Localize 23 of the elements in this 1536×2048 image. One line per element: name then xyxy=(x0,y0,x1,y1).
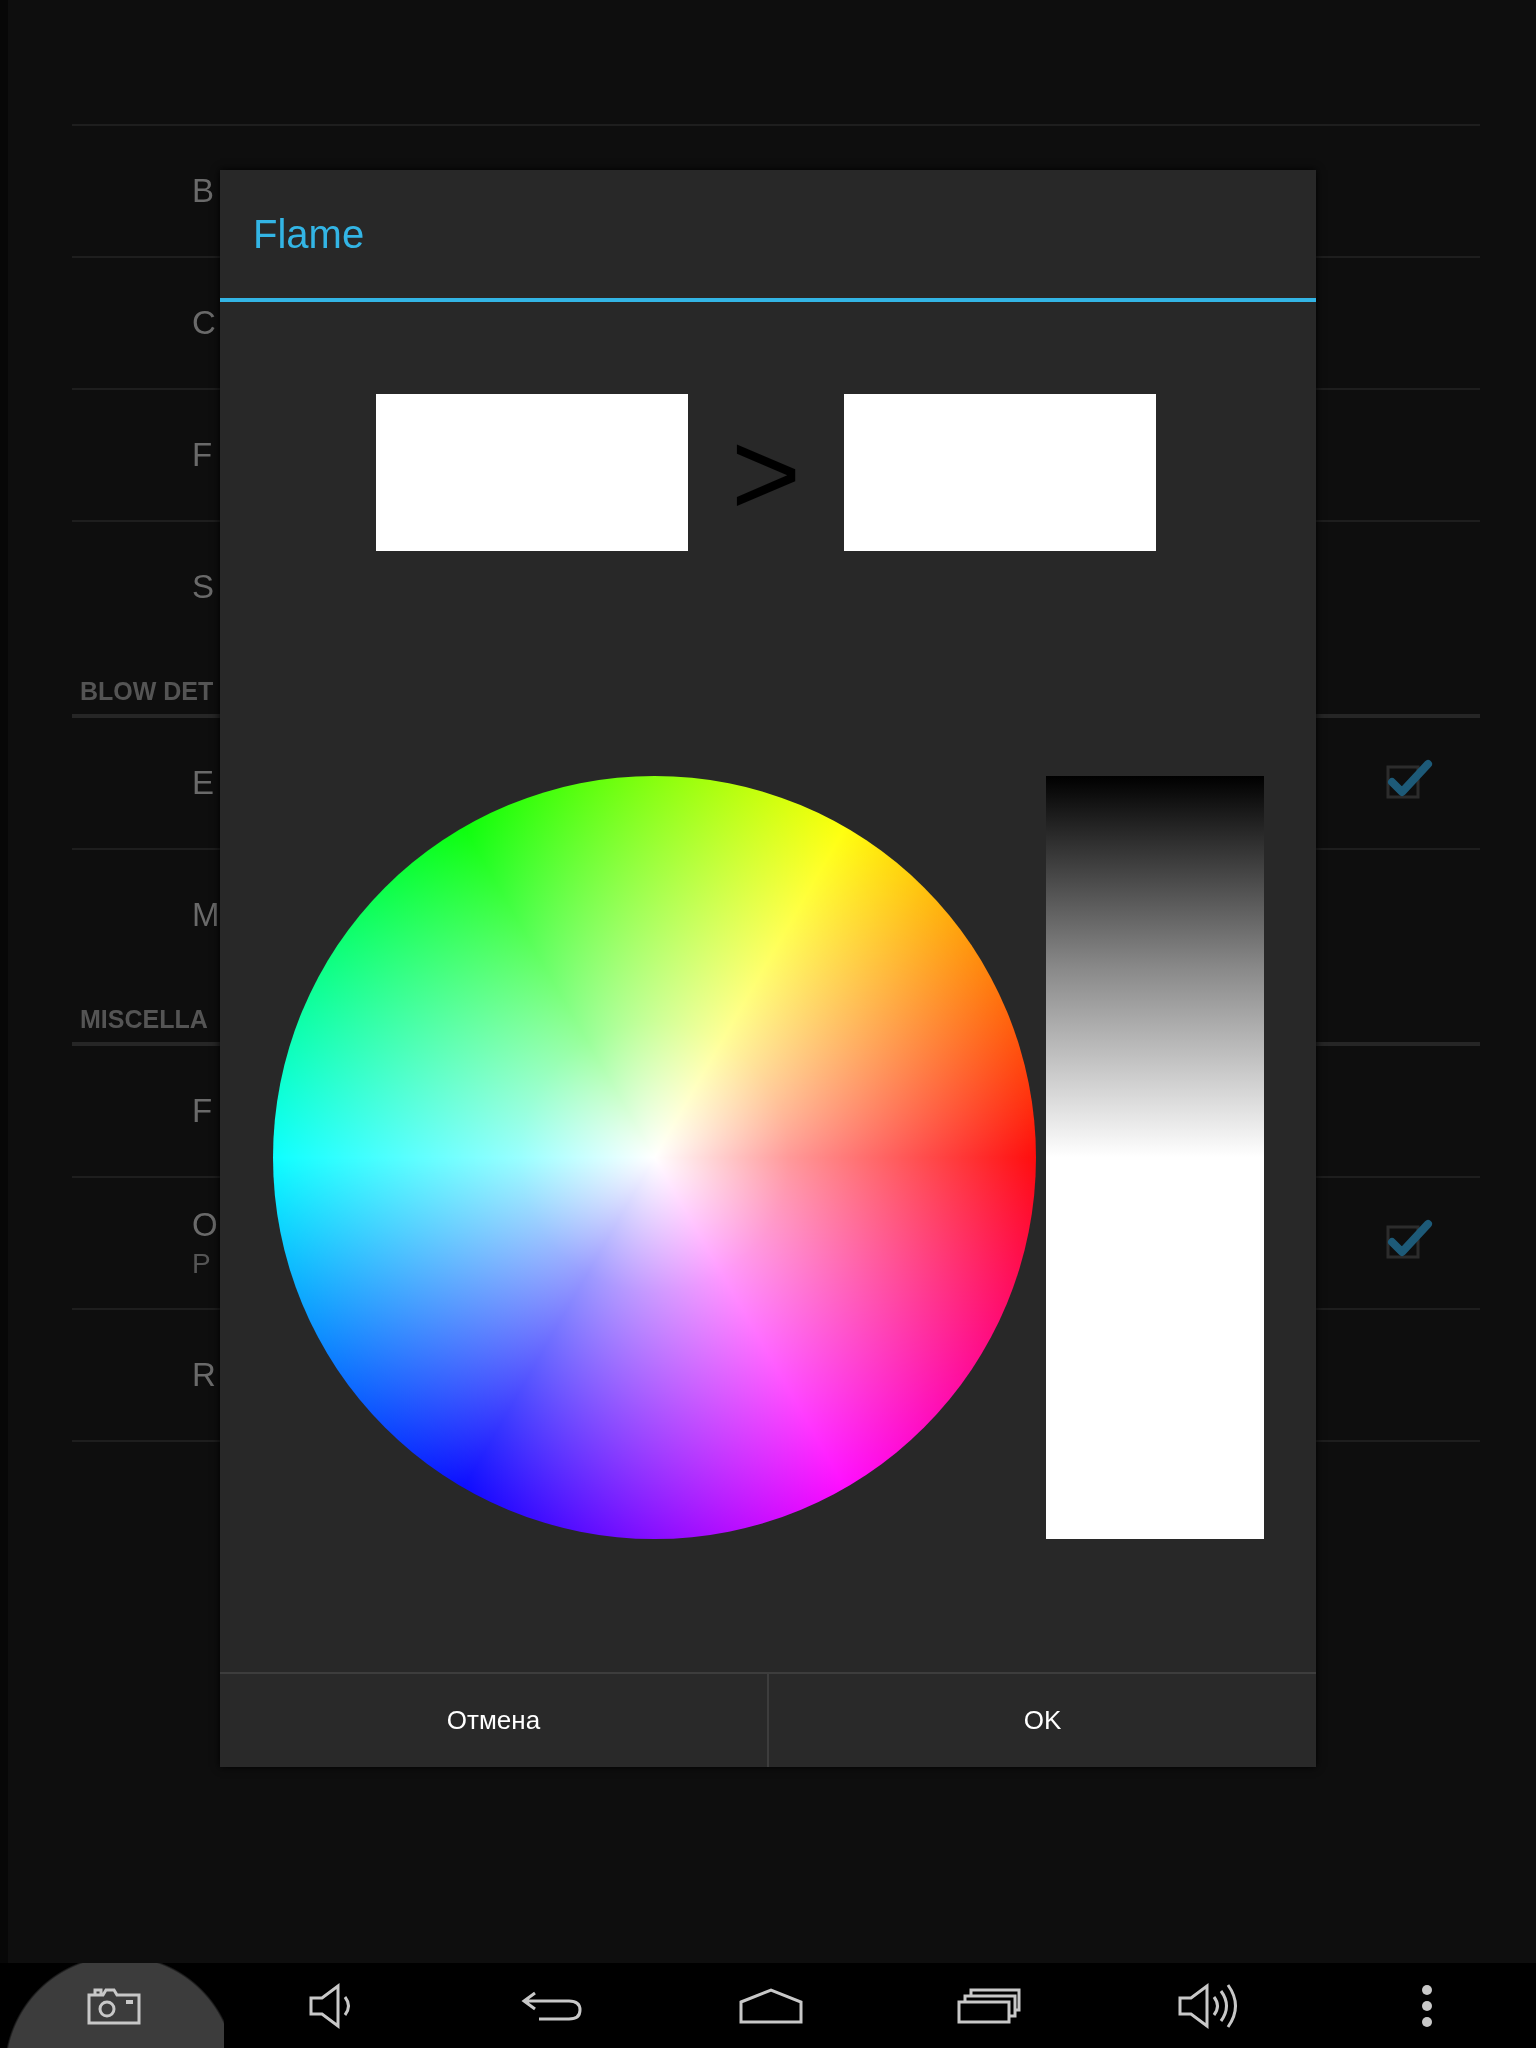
setting-title[interactable]: F xyxy=(192,436,213,474)
section-header: BLOW DET xyxy=(79,677,214,707)
dialog-title: Flame xyxy=(252,211,365,257)
setting-title[interactable]: B xyxy=(192,172,214,210)
setting-title[interactable]: C xyxy=(192,304,216,342)
cancel-button[interactable]: Отмена xyxy=(220,1674,767,1767)
home-icon[interactable] xyxy=(737,1987,804,2024)
brightness-bar[interactable] xyxy=(1046,776,1264,1539)
recent-apps-icon[interactable] xyxy=(957,1987,1022,2024)
setting-title[interactable]: O xyxy=(192,1206,218,1244)
ok-button[interactable]: OK xyxy=(767,1674,1316,1767)
camera-icon xyxy=(87,1986,142,2025)
menu-icon[interactable] xyxy=(1420,1983,1433,2028)
setting-title[interactable]: R xyxy=(192,1356,216,1394)
setting-title[interactable]: E xyxy=(192,764,214,802)
volume-up-icon[interactable] xyxy=(1176,1980,1239,2031)
setting-title[interactable]: S xyxy=(192,568,214,606)
setting-title[interactable]: F xyxy=(192,1092,213,1130)
back-icon[interactable] xyxy=(520,1989,583,2022)
setting-summary: P xyxy=(192,1248,212,1280)
setting-title[interactable]: M xyxy=(192,896,220,934)
arrow-sign: > xyxy=(730,412,802,533)
section-header: MISCELLA xyxy=(79,1005,208,1035)
